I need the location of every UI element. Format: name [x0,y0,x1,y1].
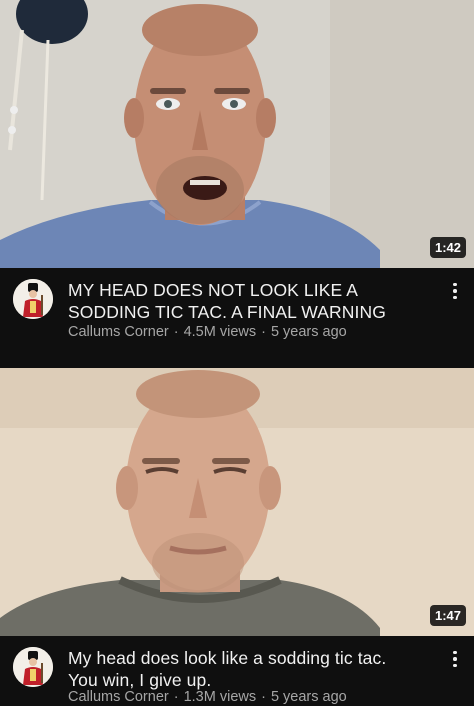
video-subline: Callums Corner · 1.3M views · 5 years ago [68,689,347,705]
video-title-line: SODDING TIC TAC. A FINAL WARNING [68,302,386,322]
video-title-line: My head does look like a sodding tic tac… [68,648,387,668]
more-vert-icon[interactable] [448,280,462,302]
video-title-line: You win, I give up. [68,670,212,690]
video-duration: 1:47 [429,605,466,626]
channel-avatar-icon[interactable] [13,279,53,319]
video-thumbnail[interactable]: 1:47 [0,368,474,636]
view-count: 4.5M views [183,324,257,340]
video-title-line: MY HEAD DOES NOT LOOK LIKE A [68,280,359,300]
separator: · [261,324,266,340]
video-subline: Callums Corner · 4.5M views · 5 years ago [68,324,347,340]
separator: · [173,689,179,705]
video-meta: My head does look like a sodding tic tac… [0,636,474,706]
thumbnail-image [0,368,474,636]
video-card[interactable]: 1:47 My head does look like a sodding ti… [0,368,474,706]
upload-age: 5 years ago [270,689,347,705]
video-meta: MY HEAD DOES NOT LOOK LIKE A SODDING TIC… [0,268,474,368]
separator: · [261,689,266,705]
video-card[interactable]: 1:42 MY HEAD DOES NOT LOOK LIKE A SODDIN… [0,0,474,368]
channel-name[interactable]: Callums Corner [68,689,169,705]
video-thumbnail[interactable]: 1:42 [0,0,474,268]
channel-avatar-icon[interactable] [13,647,53,687]
video-duration: 1:42 [429,237,466,258]
channel-name[interactable]: Callums Corner [68,324,169,340]
video-title[interactable]: My head does look like a sodding tic tac… [68,647,424,691]
more-vert-icon[interactable] [448,648,462,670]
view-count: 1.3M views [183,689,257,705]
thumbnail-image [0,0,474,268]
video-title[interactable]: MY HEAD DOES NOT LOOK LIKE A SODDING TIC… [68,279,424,323]
upload-age: 5 years ago [270,324,347,340]
separator: · [173,324,179,340]
